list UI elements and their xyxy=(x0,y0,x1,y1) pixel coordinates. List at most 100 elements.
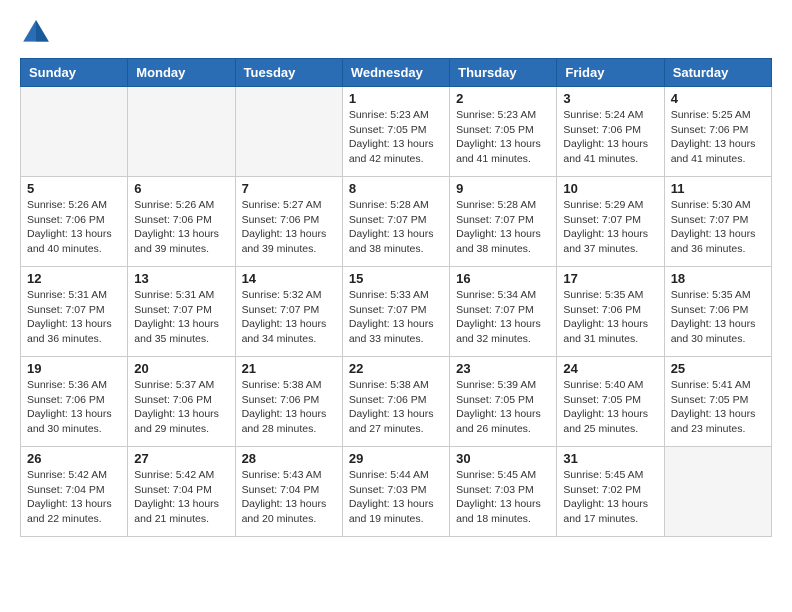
day-number: 20 xyxy=(134,361,228,376)
calendar-day-14: 14 Sunrise: 5:32 AMSunset: 7:07 PMDayligh… xyxy=(235,267,342,357)
day-number: 2 xyxy=(456,91,550,106)
calendar-day-7: 7 Sunrise: 5:27 AMSunset: 7:06 PMDaylight… xyxy=(235,177,342,267)
day-number: 10 xyxy=(563,181,657,196)
day-number: 16 xyxy=(456,271,550,286)
day-number: 22 xyxy=(349,361,443,376)
day-number: 3 xyxy=(563,91,657,106)
day-number: 18 xyxy=(671,271,765,286)
day-number: 9 xyxy=(456,181,550,196)
day-info: Sunrise: 5:37 AMSunset: 7:06 PMDaylight:… xyxy=(134,378,228,437)
calendar-day-12: 12Sunrise: 5:31 AMSunset: 7:07 PMDayligh… xyxy=(21,267,128,357)
calendar-day-23: 23Sunrise: 5:39 AMSunset: 7:05 PMDayligh… xyxy=(450,357,557,447)
calendar-header-tuesday: Tuesday xyxy=(235,59,342,87)
day-info: Sunrise: 5:34 AMSunset: 7:07 PMDaylight:… xyxy=(456,288,550,347)
calendar-header-saturday: Saturday xyxy=(664,59,771,87)
calendar-day-30: 30 Sunrise: 5:45 AMSunset: 7:03 PMDayligh… xyxy=(450,447,557,537)
day-info: Sunrise: 5:42 AMSunset: 7:04 PMDaylight:… xyxy=(27,468,121,527)
day-info: Sunrise: 5:31 AMSunset: 7:07 PMDaylight:… xyxy=(134,288,228,347)
day-info: Sunrise: 5:23 AMSunset: 7:05 PMDaylight:… xyxy=(456,108,550,167)
calendar-week-row-0: 1 Sunrise: 5:23 AMSunset: 7:05 PMDaylight… xyxy=(21,87,772,177)
day-number: 23 xyxy=(456,361,550,376)
day-info: Sunrise: 5:29 AMSunset: 7:07 PMDaylight:… xyxy=(563,198,657,257)
day-number: 31 xyxy=(563,451,657,466)
day-info: Sunrise: 5:33 AMSunset: 7:07 PMDaylight:… xyxy=(349,288,443,347)
day-number: 24 xyxy=(563,361,657,376)
day-info: Sunrise: 5:41 AMSunset: 7:05 PMDaylight:… xyxy=(671,378,765,437)
day-number: 5 xyxy=(27,181,121,196)
calendar-day-9: 9 Sunrise: 5:28 AMSunset: 7:07 PMDaylight… xyxy=(450,177,557,267)
calendar-day-16: 16 Sunrise: 5:34 AMSunset: 7:07 PMDayligh… xyxy=(450,267,557,357)
calendar-table: SundayMondayTuesdayWednesdayThursdayFrid… xyxy=(20,58,772,537)
calendar-day-8: 8 Sunrise: 5:28 AMSunset: 7:07 PMDaylight… xyxy=(342,177,449,267)
day-info: Sunrise: 5:38 AMSunset: 7:06 PMDaylight:… xyxy=(242,378,336,437)
calendar-day-31: 31 Sunrise: 5:45 AMSunset: 7:02 PMDayligh… xyxy=(557,447,664,537)
logo xyxy=(20,16,56,48)
calendar-day-3: 3 Sunrise: 5:24 AMSunset: 7:06 PMDaylight… xyxy=(557,87,664,177)
day-info: Sunrise: 5:44 AMSunset: 7:03 PMDaylight:… xyxy=(349,468,443,527)
day-number: 28 xyxy=(242,451,336,466)
day-info: Sunrise: 5:35 AMSunset: 7:06 PMDaylight:… xyxy=(671,288,765,347)
calendar-day-22: 22 Sunrise: 5:38 AMSunset: 7:06 PMDayligh… xyxy=(342,357,449,447)
day-info: Sunrise: 5:32 AMSunset: 7:07 PMDaylight:… xyxy=(242,288,336,347)
day-info: Sunrise: 5:26 AMSunset: 7:06 PMDaylight:… xyxy=(27,198,121,257)
day-number: 14 xyxy=(242,271,336,286)
day-info: Sunrise: 5:28 AMSunset: 7:07 PMDaylight:… xyxy=(349,198,443,257)
calendar-day-26: 26 Sunrise: 5:42 AMSunset: 7:04 PMDayligh… xyxy=(21,447,128,537)
calendar-day-6: 6Sunrise: 5:26 AMSunset: 7:06 PMDaylight… xyxy=(128,177,235,267)
day-info: Sunrise: 5:27 AMSunset: 7:06 PMDaylight:… xyxy=(242,198,336,257)
day-info: Sunrise: 5:45 AMSunset: 7:02 PMDaylight:… xyxy=(563,468,657,527)
day-number: 15 xyxy=(349,271,443,286)
page: SundayMondayTuesdayWednesdayThursdayFrid… xyxy=(0,0,792,553)
day-number: 6 xyxy=(134,181,228,196)
calendar-day-5: 5 Sunrise: 5:26 AMSunset: 7:06 PMDaylight… xyxy=(21,177,128,267)
day-info: Sunrise: 5:28 AMSunset: 7:07 PMDaylight:… xyxy=(456,198,550,257)
day-info: Sunrise: 5:30 AMSunset: 7:07 PMDaylight:… xyxy=(671,198,765,257)
day-number: 1 xyxy=(349,91,443,106)
day-number: 30 xyxy=(456,451,550,466)
day-number: 4 xyxy=(671,91,765,106)
calendar-week-row-3: 19Sunrise: 5:36 AMSunset: 7:06 PMDayligh… xyxy=(21,357,772,447)
calendar-day-29: 29 Sunrise: 5:44 AMSunset: 7:03 PMDayligh… xyxy=(342,447,449,537)
calendar-header-wednesday: Wednesday xyxy=(342,59,449,87)
day-info: Sunrise: 5:40 AMSunset: 7:05 PMDaylight:… xyxy=(563,378,657,437)
calendar-day-11: 11 Sunrise: 5:30 AMSunset: 7:07 PMDayligh… xyxy=(664,177,771,267)
calendar-day-1: 1 Sunrise: 5:23 AMSunset: 7:05 PMDaylight… xyxy=(342,87,449,177)
calendar-day-25: 25Sunrise: 5:41 AMSunset: 7:05 PMDayligh… xyxy=(664,357,771,447)
header xyxy=(20,16,772,48)
day-number: 27 xyxy=(134,451,228,466)
calendar-day-21: 21 Sunrise: 5:38 AMSunset: 7:06 PMDayligh… xyxy=(235,357,342,447)
calendar-day-2: 2 Sunrise: 5:23 AMSunset: 7:05 PMDaylight… xyxy=(450,87,557,177)
day-info: Sunrise: 5:35 AMSunset: 7:06 PMDaylight:… xyxy=(563,288,657,347)
day-number: 7 xyxy=(242,181,336,196)
calendar-day-27: 27Sunrise: 5:42 AMSunset: 7:04 PMDayligh… xyxy=(128,447,235,537)
day-number: 21 xyxy=(242,361,336,376)
calendar-day-10: 10 Sunrise: 5:29 AMSunset: 7:07 PMDayligh… xyxy=(557,177,664,267)
calendar-empty-cell xyxy=(128,87,235,177)
day-number: 11 xyxy=(671,181,765,196)
day-info: Sunrise: 5:25 AMSunset: 7:06 PMDaylight:… xyxy=(671,108,765,167)
calendar-day-4: 4 Sunrise: 5:25 AMSunset: 7:06 PMDaylight… xyxy=(664,87,771,177)
day-number: 26 xyxy=(27,451,121,466)
calendar-header-thursday: Thursday xyxy=(450,59,557,87)
logo-icon xyxy=(20,16,52,48)
day-info: Sunrise: 5:36 AMSunset: 7:06 PMDaylight:… xyxy=(27,378,121,437)
day-info: Sunrise: 5:45 AMSunset: 7:03 PMDaylight:… xyxy=(456,468,550,527)
calendar-week-row-2: 12Sunrise: 5:31 AMSunset: 7:07 PMDayligh… xyxy=(21,267,772,357)
day-info: Sunrise: 5:24 AMSunset: 7:06 PMDaylight:… xyxy=(563,108,657,167)
calendar-day-17: 17Sunrise: 5:35 AMSunset: 7:06 PMDayligh… xyxy=(557,267,664,357)
day-info: Sunrise: 5:38 AMSunset: 7:06 PMDaylight:… xyxy=(349,378,443,437)
calendar-header-friday: Friday xyxy=(557,59,664,87)
day-info: Sunrise: 5:23 AMSunset: 7:05 PMDaylight:… xyxy=(349,108,443,167)
calendar-day-28: 28Sunrise: 5:43 AMSunset: 7:04 PMDayligh… xyxy=(235,447,342,537)
calendar-day-15: 15 Sunrise: 5:33 AMSunset: 7:07 PMDayligh… xyxy=(342,267,449,357)
day-number: 29 xyxy=(349,451,443,466)
calendar-header-monday: Monday xyxy=(128,59,235,87)
calendar-day-13: 13 Sunrise: 5:31 AMSunset: 7:07 PMDayligh… xyxy=(128,267,235,357)
day-number: 13 xyxy=(134,271,228,286)
day-info: Sunrise: 5:31 AMSunset: 7:07 PMDaylight:… xyxy=(27,288,121,347)
calendar-header-row: SundayMondayTuesdayWednesdayThursdayFrid… xyxy=(21,59,772,87)
calendar-empty-cell xyxy=(21,87,128,177)
calendar-week-row-1: 5 Sunrise: 5:26 AMSunset: 7:06 PMDaylight… xyxy=(21,177,772,267)
day-number: 8 xyxy=(349,181,443,196)
calendar-day-20: 20 Sunrise: 5:37 AMSunset: 7:06 PMDayligh… xyxy=(128,357,235,447)
